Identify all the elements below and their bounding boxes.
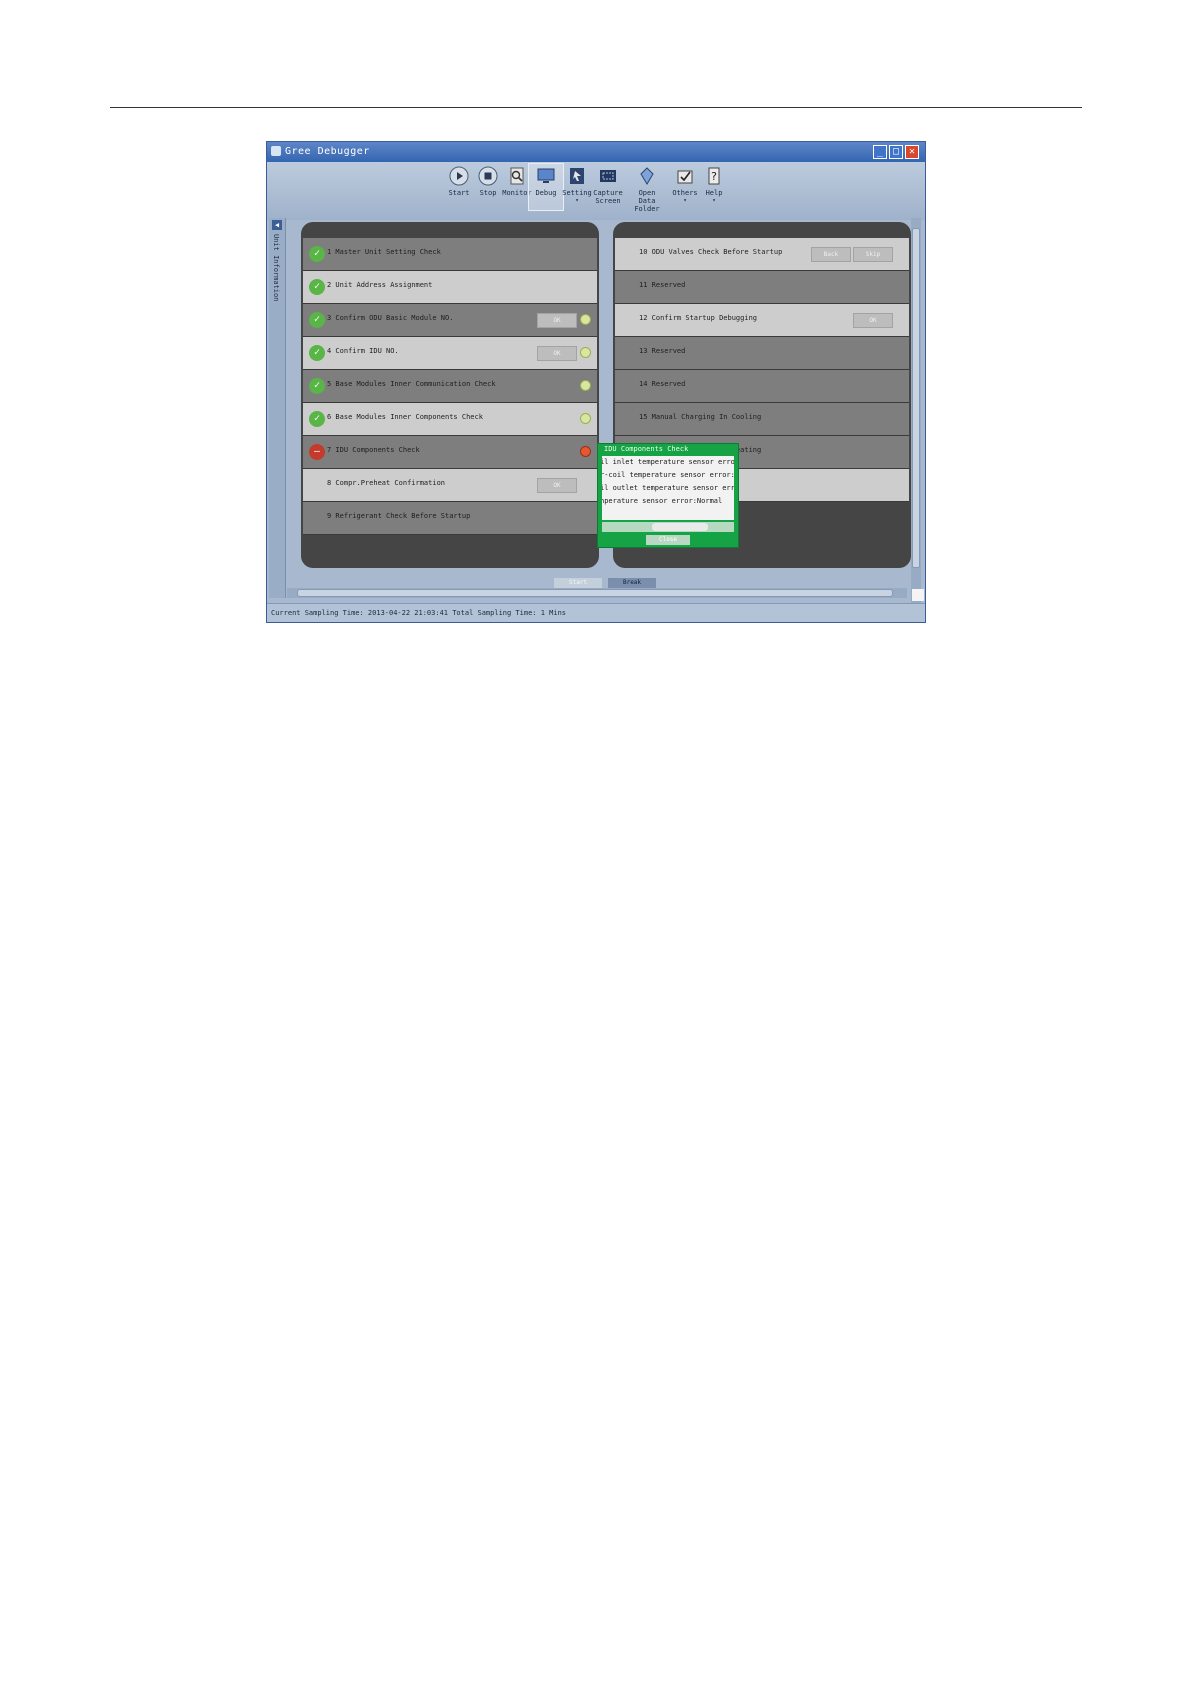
step-item[interactable]: ✓ 2 Unit Address Assignment bbox=[303, 271, 597, 304]
close-button[interactable]: ✕ bbox=[905, 145, 919, 159]
idu-components-check-popup: IDU Components Check il inlet temperatur… bbox=[597, 443, 739, 548]
check-status-icon: ✓ bbox=[309, 246, 325, 262]
error-bulb-icon bbox=[580, 446, 591, 457]
toolbar: Start Stop Monitor Debug Setting ▾ Captu… bbox=[267, 162, 925, 220]
toolbar-setting-button[interactable]: Setting ▾ bbox=[560, 166, 594, 205]
step-item[interactable]: ✓ 1 Master Unit Setting Check bbox=[303, 238, 597, 271]
step-item[interactable]: 8 Compr.Preheat Confirmation OK bbox=[303, 469, 597, 502]
setting-icon bbox=[570, 168, 584, 184]
debugger-window: Gree Debugger _ □ ✕ Start Stop Monitor D… bbox=[266, 141, 926, 623]
title-bar[interactable]: Gree Debugger _ □ ✕ bbox=[267, 142, 925, 162]
indicator-bulb-icon bbox=[580, 413, 591, 424]
check-status-icon: ✓ bbox=[309, 378, 325, 394]
popup-line: nperature sensor error:Normal bbox=[602, 497, 723, 505]
step-item[interactable]: 14 Reserved bbox=[615, 370, 909, 403]
toolbar-help-button[interactable]: ? Help ▾ bbox=[697, 166, 731, 205]
popup-line: r-coil temperature sensor error:N bbox=[602, 471, 734, 479]
popup-line: il outlet temperature sensor erro bbox=[602, 484, 734, 492]
unit-information-sidebar[interactable]: ◀ Unit Information bbox=[269, 218, 286, 598]
popup-horizontal-scrollbar[interactable] bbox=[602, 522, 734, 532]
scroll-thumb[interactable] bbox=[297, 589, 893, 597]
step-item[interactable]: ✓ 4 Confirm IDU NO. OK bbox=[303, 337, 597, 370]
toolbar-open-data-folder-button[interactable]: Open Data Folder bbox=[630, 166, 664, 213]
indicator-bulb-icon bbox=[580, 314, 591, 325]
help-icon: ? bbox=[708, 167, 720, 185]
others-icon bbox=[677, 170, 693, 184]
indicator-bulb-icon bbox=[580, 380, 591, 391]
step-item[interactable]: 10 ODU Valves Check Before Startup Back … bbox=[615, 238, 909, 271]
step-item[interactable]: ✓ 3 Confirm ODU Basic Module NO. OK bbox=[303, 304, 597, 337]
stop-icon bbox=[478, 166, 498, 186]
play-icon bbox=[449, 166, 469, 186]
step-item[interactable]: 13 Reserved bbox=[615, 337, 909, 370]
left-steps-panel: ✓ 1 Master Unit Setting Check ✓ 2 Unit A… bbox=[301, 222, 599, 568]
app-icon bbox=[271, 146, 281, 156]
window-title: Gree Debugger bbox=[285, 146, 370, 157]
skip-button[interactable]: Skip bbox=[853, 247, 893, 262]
popup-title: IDU Components Check bbox=[604, 445, 689, 453]
indicator-bulb-icon bbox=[580, 347, 591, 358]
break-button[interactable]: Break bbox=[608, 578, 656, 588]
capture-icon bbox=[600, 170, 616, 182]
scroll-thumb[interactable] bbox=[652, 523, 708, 531]
toolbar-debug-button[interactable]: Debug bbox=[528, 163, 564, 211]
check-status-icon: ✓ bbox=[309, 345, 325, 361]
step-ok-button[interactable]: OK bbox=[853, 313, 893, 328]
step-item[interactable]: ✓ 5 Base Modules Inner Communication Che… bbox=[303, 370, 597, 403]
sampling-time-text: Current Sampling Time: 2013-04-22 21:03:… bbox=[271, 609, 567, 617]
step-item[interactable]: 9 Refrigerant Check Before Startup bbox=[303, 502, 597, 535]
debug-screen-icon bbox=[537, 168, 555, 183]
folder-icon bbox=[640, 167, 654, 185]
popup-close-button[interactable]: Close bbox=[646, 535, 690, 545]
maximize-button[interactable]: □ bbox=[889, 145, 903, 159]
step-item[interactable]: ✓ 6 Base Modules Inner Components Check bbox=[303, 403, 597, 436]
step-item[interactable]: 15 Manual Charging In Cooling bbox=[615, 403, 909, 436]
check-status-icon: ✓ bbox=[309, 279, 325, 295]
scroll-thumb[interactable] bbox=[912, 228, 920, 568]
sidebar-collapse-arrow-icon[interactable]: ◀ bbox=[272, 220, 282, 230]
error-status-icon: — bbox=[309, 444, 325, 460]
horizontal-scrollbar[interactable] bbox=[287, 588, 907, 598]
step-ok-button[interactable]: OK bbox=[537, 346, 577, 361]
check-status-icon: ✓ bbox=[309, 411, 325, 427]
step-item[interactable]: 11 Reserved bbox=[615, 271, 909, 304]
svg-text:?: ? bbox=[711, 170, 717, 183]
sidebar-label: Unit Information bbox=[272, 234, 280, 302]
popup-line: il inlet temperature sensor error bbox=[602, 458, 734, 466]
back-button[interactable]: Back bbox=[811, 247, 851, 262]
step-item[interactable]: — 7 IDU Components Check bbox=[303, 436, 597, 469]
page-header-rule bbox=[110, 107, 1082, 108]
status-bar: Current Sampling Time: 2013-04-22 21:03:… bbox=[267, 603, 925, 622]
popup-content[interactable]: il inlet temperature sensor error r-coil… bbox=[602, 456, 734, 520]
step-item[interactable]: 12 Confirm Startup Debugging OK bbox=[615, 304, 909, 337]
monitor-icon bbox=[510, 167, 524, 185]
scrollbar-corner bbox=[912, 589, 924, 601]
toolbar-capture-button[interactable]: Capture Screen bbox=[591, 166, 625, 205]
minimize-button[interactable]: _ bbox=[873, 145, 887, 159]
step-ok-button[interactable]: OK bbox=[537, 313, 577, 328]
start-debug-button[interactable]: Start bbox=[554, 578, 602, 588]
check-status-icon: ✓ bbox=[309, 312, 325, 328]
vertical-scrollbar[interactable] bbox=[911, 218, 921, 606]
step-ok-button[interactable]: OK bbox=[537, 478, 577, 493]
